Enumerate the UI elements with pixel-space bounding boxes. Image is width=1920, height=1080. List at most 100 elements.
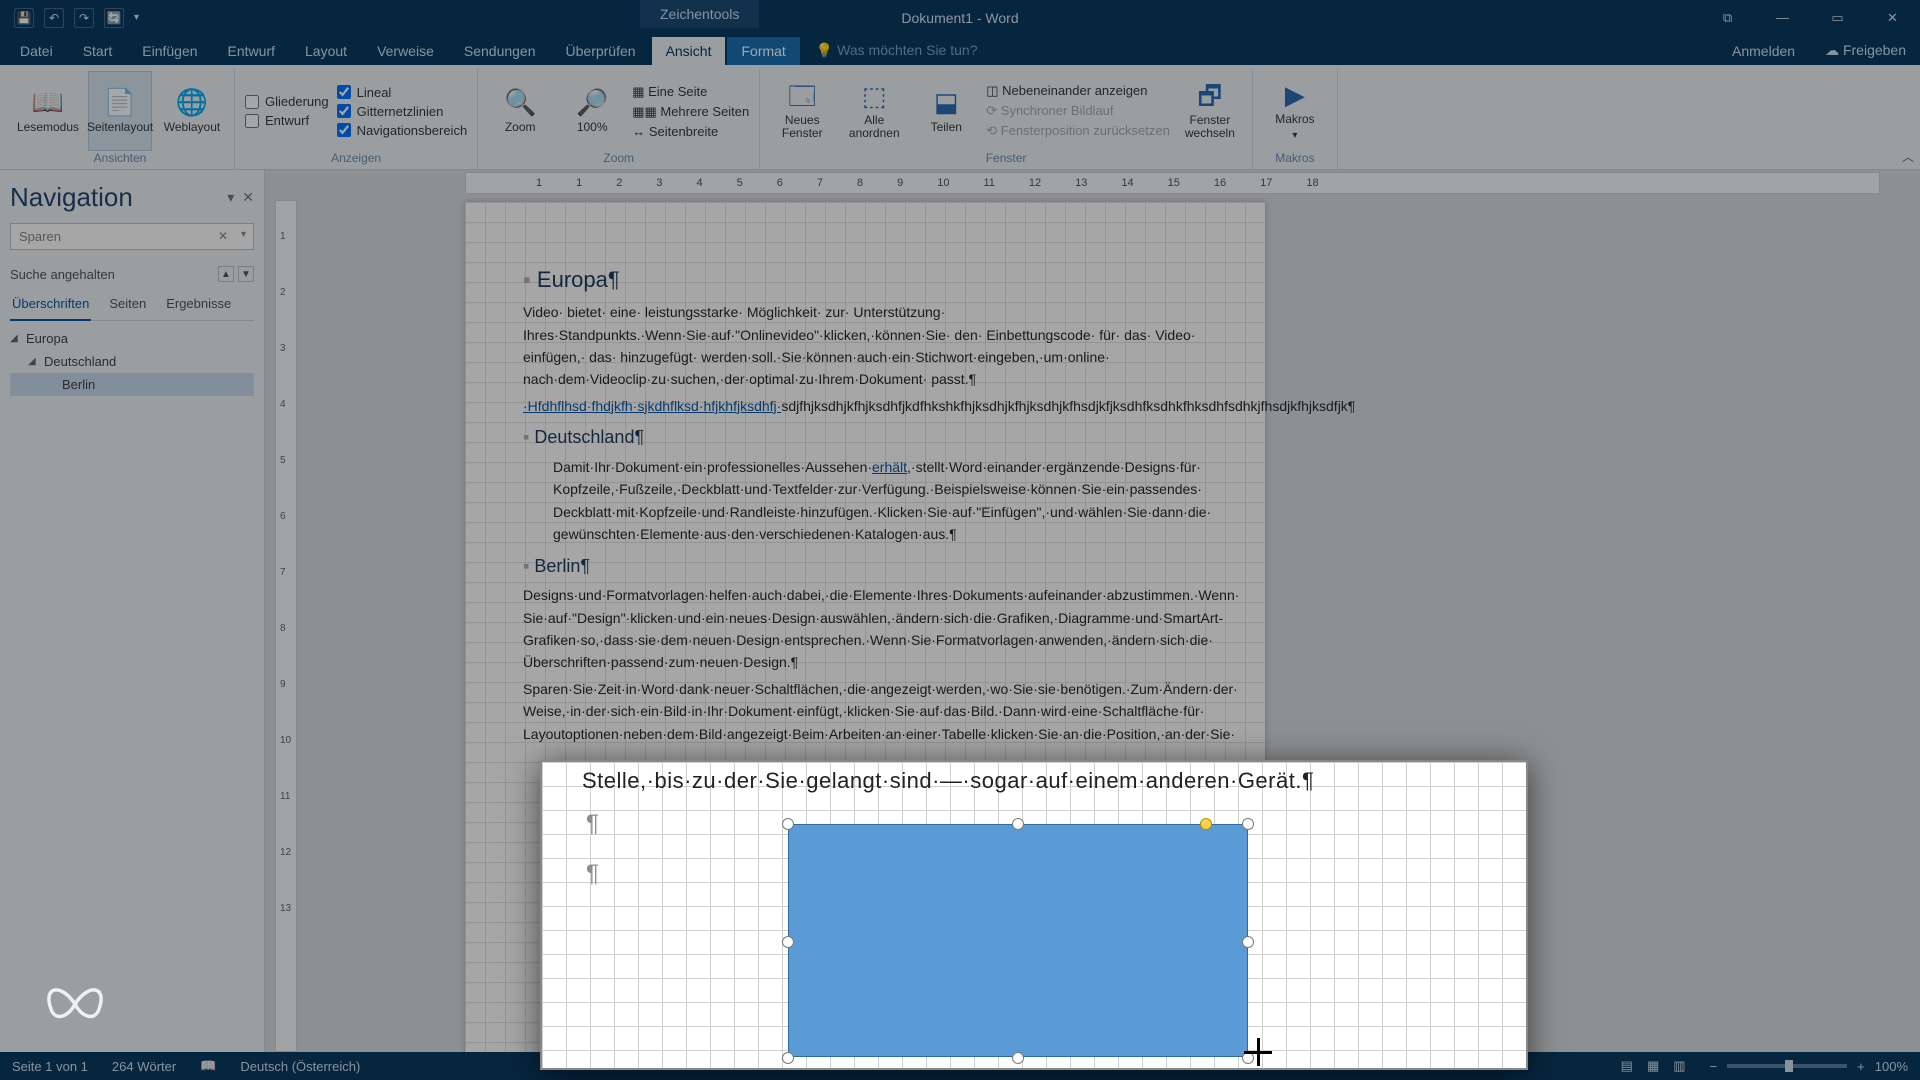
resize-handle-nw[interactable] — [782, 818, 794, 830]
nav-tab-results[interactable]: Ergebnisse — [164, 292, 233, 320]
web-layout-button[interactable]: 🌐Weblayout — [160, 71, 224, 151]
draft-checkbox[interactable]: Entwurf — [245, 113, 329, 128]
nav-search-dropdown-icon[interactable]: ▾ — [241, 229, 246, 240]
nav-tab-headings[interactable]: Überschriften — [10, 292, 91, 321]
tab-references[interactable]: Verweise — [363, 37, 448, 65]
zoom-100-button[interactable]: 🔎100% — [560, 71, 624, 151]
navpane-dropdown-icon[interactable]: ▾ — [227, 189, 234, 206]
minimize-button[interactable]: — — [1755, 0, 1810, 35]
view-print-icon[interactable]: ▦ — [1647, 1058, 1659, 1074]
quick-access-toolbar: 💾 ↶ ↷ 🔄 ▾ — [0, 8, 139, 28]
nav-tab-pages[interactable]: Seiten — [107, 292, 148, 320]
one-page-label: Eine Seite — [648, 84, 707, 99]
nav-node-europa-label: Europa — [26, 331, 68, 346]
chevron-down-icon[interactable]: ◢ — [10, 333, 20, 344]
zoom-percent[interactable]: 100% — [1875, 1059, 1908, 1074]
share-button[interactable]: ☁ Freigeben — [1811, 36, 1920, 65]
status-language[interactable]: Deutsch (Österreich) — [240, 1059, 360, 1074]
resize-handle-sw[interactable] — [782, 1052, 794, 1064]
drawing-tools-tab-header: Zeichentools — [640, 0, 759, 28]
ruler-checkbox[interactable]: Lineal — [337, 85, 468, 100]
switch-window-label: Fenster wechseln — [1178, 114, 1242, 140]
nav-search-clear-icon[interactable]: ✕ — [218, 229, 228, 243]
status-page[interactable]: Seite 1 von 1 — [12, 1059, 88, 1074]
resize-handle-w[interactable] — [782, 936, 794, 948]
selected-shape-rectangle[interactable] — [788, 824, 1248, 1057]
tell-me-input[interactable]: 💡 Was möchten Sie tun? — [802, 36, 992, 65]
tab-file[interactable]: Datei — [6, 37, 67, 65]
side-by-side-button[interactable]: ◫ Nebeneinander anzeigen — [986, 83, 1170, 99]
arrange-all-label: Alle anordnen — [842, 114, 906, 140]
hyperlink-text-1[interactable]: ·Hfdhflhsd·fhdjkfh·sjkdhflksd·hfjkhfjksd… — [523, 398, 781, 414]
tab-insert[interactable]: Einfügen — [128, 37, 211, 65]
nav-node-deutschland[interactable]: ◢ Deutschland — [10, 350, 254, 373]
view-web-icon[interactable]: ▥ — [1673, 1058, 1685, 1074]
horizontal-ruler[interactable]: 1123456789101112131415161718 — [465, 172, 1880, 194]
rotation-handle[interactable] — [1200, 818, 1212, 830]
paragraph-4: Sparen·Sie·Zeit·in·Word·dank·neuer·Schal… — [523, 678, 1207, 745]
close-button[interactable]: ✕ — [1865, 0, 1920, 35]
reset-pos-label: Fensterposition zurücksetzen — [1001, 123, 1170, 138]
status-proofing-icon[interactable]: 📖 — [200, 1058, 216, 1074]
collapse-ribbon-icon[interactable]: ︿ — [1902, 148, 1914, 165]
navpane-checkbox[interactable]: Navigationsbereich — [337, 123, 468, 138]
paragraph-3: Designs·und·Formatvorlagen·helfen·auch·d… — [523, 584, 1207, 674]
zoom-in-icon[interactable]: + — [1857, 1059, 1865, 1074]
read-mode-label: Lesemodus — [17, 121, 79, 134]
navpane-label: Navigationsbereich — [357, 123, 468, 138]
ribbon-options-icon[interactable]: ⧉ — [1700, 0, 1755, 35]
hyperlink-text-2[interactable]: erhält — [872, 459, 907, 475]
redo-icon[interactable]: ↷ — [74, 8, 94, 28]
macros-button[interactable]: ▶Makros▾ — [1263, 71, 1327, 151]
resize-handle-e[interactable] — [1242, 936, 1254, 948]
zoom-slider[interactable] — [1727, 1064, 1847, 1068]
view-read-icon[interactable]: ▤ — [1621, 1058, 1633, 1074]
undo-icon[interactable]: ↶ — [44, 8, 64, 28]
nav-node-europa[interactable]: ◢ Europa — [10, 327, 254, 350]
zoom-out-icon[interactable]: − — [1710, 1059, 1718, 1074]
resize-handle-ne[interactable] — [1242, 818, 1254, 830]
share-label: Freigeben — [1843, 42, 1906, 58]
zoom-100-label: 100% — [577, 121, 608, 134]
tab-start[interactable]: Start — [69, 37, 127, 65]
one-page-button[interactable]: ▦ Eine Seite — [632, 84, 749, 100]
save-icon[interactable]: 💾 — [14, 8, 34, 28]
new-window-button[interactable]: 🗔Neues Fenster — [770, 71, 834, 151]
zoom-button[interactable]: 🔍Zoom — [488, 71, 552, 151]
maximize-button[interactable]: ▭ — [1810, 0, 1865, 35]
nav-next-result-icon[interactable]: ▼ — [238, 266, 254, 282]
vertical-ruler[interactable]: 12345678910111213 — [275, 200, 297, 1052]
read-mode-button[interactable]: 📖Lesemodus — [16, 71, 80, 151]
sign-in-link[interactable]: Anmelden — [1718, 37, 1809, 65]
outline-checkbox[interactable]: Gliederung — [245, 94, 329, 109]
tab-design[interactable]: Entwurf — [214, 37, 289, 65]
qat-dropdown-icon[interactable]: ▾ — [134, 12, 139, 23]
pilcrow-icon: ¶ — [586, 810, 599, 838]
split-button[interactable]: ⬓Teilen — [914, 71, 978, 151]
print-layout-button[interactable]: 📄Seitenlayout — [88, 71, 152, 151]
window-controls: ⧉ — ▭ ✕ — [1700, 0, 1920, 35]
nav-node-berlin[interactable]: Berlin — [10, 373, 254, 396]
gridlines-checkbox[interactable]: Gitternetzlinien — [337, 104, 468, 119]
resize-handle-n[interactable] — [1012, 818, 1024, 830]
resize-handle-s[interactable] — [1012, 1052, 1024, 1064]
page-width-button[interactable]: ↔ Seitenbreite — [632, 124, 749, 139]
tab-view[interactable]: Ansicht — [652, 37, 726, 65]
status-word-count[interactable]: 264 Wörter — [112, 1059, 176, 1074]
tab-format[interactable]: Format — [727, 37, 799, 65]
nav-node-deutschland-label: Deutschland — [44, 354, 116, 369]
nav-prev-result-icon[interactable]: ▲ — [218, 266, 234, 282]
multi-page-button[interactable]: ▦▦ Mehrere Seiten — [632, 104, 749, 120]
tab-review[interactable]: Überprüfen — [552, 37, 650, 65]
group-show: Gliederung Entwurf Lineal Gitternetzlini… — [235, 69, 478, 169]
switch-window-button[interactable]: 🗗Fenster wechseln — [1178, 71, 1242, 151]
tab-layout[interactable]: Layout — [291, 37, 361, 65]
chevron-down-icon[interactable]: ◢ — [28, 356, 38, 367]
arrange-all-button[interactable]: ⬚Alle anordnen — [842, 71, 906, 151]
zoom-popup: Stelle,·bis·zu·der·Sie·gelangt·sind·—·so… — [540, 760, 1528, 1070]
ruler-numbers: 1123456789101112131415161718 — [536, 177, 1319, 189]
repeat-icon[interactable]: 🔄 — [104, 8, 124, 28]
navpane-close-icon[interactable]: ✕ — [242, 189, 254, 206]
split-label: Teilen — [931, 121, 962, 134]
tab-mailings[interactable]: Sendungen — [450, 37, 550, 65]
